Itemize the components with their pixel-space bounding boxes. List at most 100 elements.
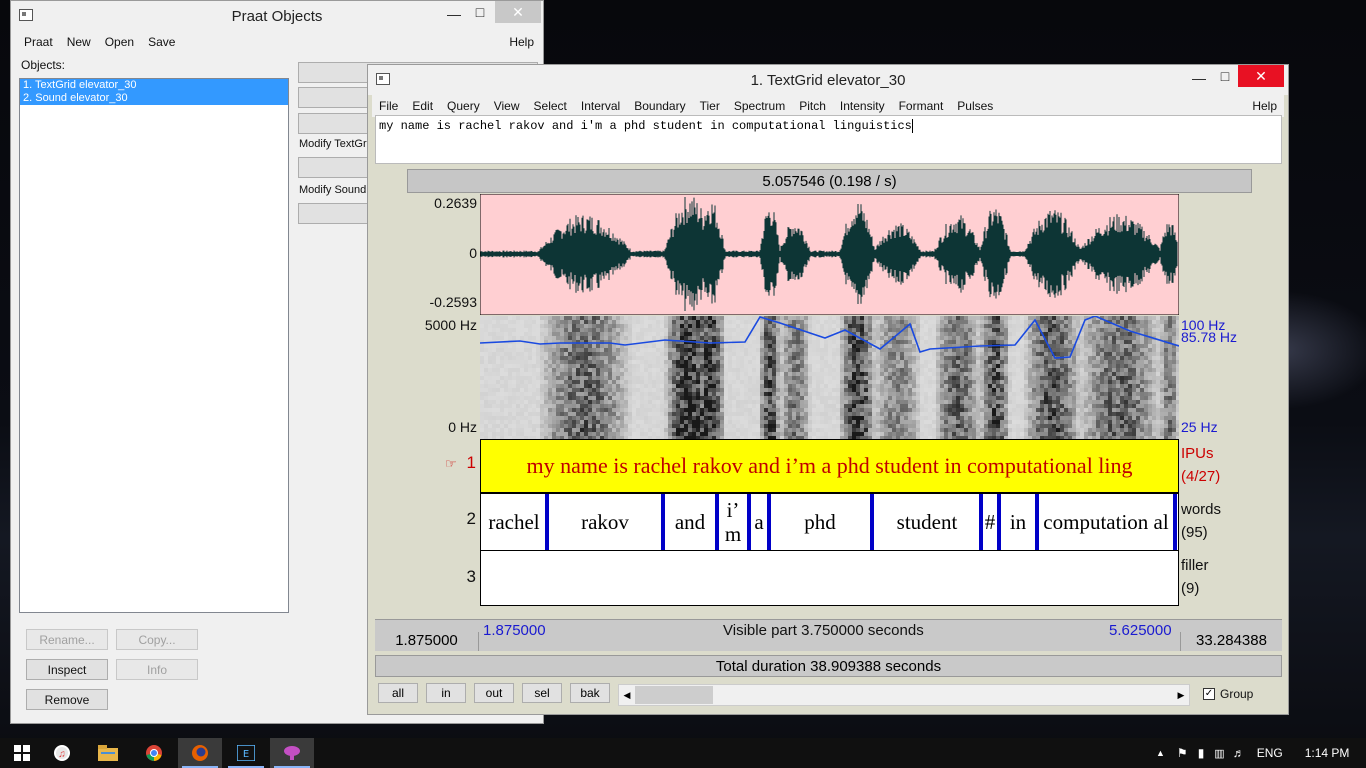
spectrogram-cell xyxy=(1032,400,1036,404)
spectrogram-cell xyxy=(904,376,908,380)
spectrogram-cell xyxy=(724,320,728,324)
menu-tier[interactable]: Tier xyxy=(693,99,727,113)
spectrogram-cell xyxy=(836,348,840,352)
menu-select[interactable]: Select xyxy=(527,99,574,113)
spectrogram-cell xyxy=(608,384,612,388)
spectrogram-cell xyxy=(1096,320,1100,324)
rename-button[interactable]: Rename... xyxy=(26,629,108,650)
spectrogram-cell xyxy=(1020,348,1024,352)
spectrogram-cell xyxy=(972,360,976,364)
menu-boundary[interactable]: Boundary xyxy=(627,99,692,113)
spectrogram-cell xyxy=(772,384,776,388)
spectrogram-cell xyxy=(596,424,600,428)
list-item[interactable]: 1. TextGrid elevator_30 xyxy=(20,79,288,92)
spectrogram-cell xyxy=(904,404,908,408)
spectrogram-cell xyxy=(1004,348,1008,352)
spectrogram-cell xyxy=(928,384,932,388)
spectrogram-cell xyxy=(784,316,788,320)
menu-pulses[interactable]: Pulses xyxy=(950,99,1000,113)
spectrogram-cell xyxy=(608,376,612,380)
spectrogram-cell xyxy=(536,336,540,340)
menu-pitch[interactable]: Pitch xyxy=(792,99,833,113)
info-button[interactable]: Info xyxy=(116,659,198,680)
close-icon[interactable]: ✕ xyxy=(495,1,541,23)
spectrogram-cell xyxy=(916,360,920,364)
spectrogram-cell xyxy=(672,344,676,348)
spectrogram-cell xyxy=(724,376,728,380)
menu-new[interactable]: New xyxy=(60,35,98,49)
menu-intensity[interactable]: Intensity xyxy=(833,99,892,113)
menu-view[interactable]: View xyxy=(487,99,527,113)
inspect-button[interactable]: Inspect xyxy=(26,659,108,680)
menu-help[interactable]: Help xyxy=(502,35,541,49)
waveform-display[interactable] xyxy=(480,194,1179,315)
copy-button[interactable]: Copy... xyxy=(116,629,198,650)
spectrogram-cell xyxy=(1064,324,1068,328)
editor-titlebar[interactable]: 1. TextGrid elevator_30 xyxy=(368,65,1288,95)
spectrogram-cell xyxy=(748,424,752,428)
spectrogram-cell xyxy=(548,416,552,420)
spectrogram-cell xyxy=(624,336,628,340)
spectrogram-cell xyxy=(680,324,684,328)
menu-save[interactable]: Save xyxy=(141,35,182,49)
spectrogram-cell xyxy=(576,400,580,404)
spectrogram-cell xyxy=(984,428,988,432)
spectrogram-cell xyxy=(928,408,932,412)
spectrogram-cell xyxy=(568,388,572,392)
spectrogram-cell xyxy=(660,408,664,412)
spectrogram-cell xyxy=(648,412,652,416)
spectrogram-cell xyxy=(792,340,796,344)
spectrogram-cell xyxy=(660,424,664,428)
spectrogram-cell xyxy=(944,384,948,388)
spectrogram-cell xyxy=(636,384,640,388)
menu-file[interactable]: File xyxy=(372,99,405,113)
spectrogram-cell xyxy=(568,432,572,436)
spectrogram-cell xyxy=(504,388,508,392)
spectrogram-cell xyxy=(496,328,500,332)
spectrogram-cell xyxy=(848,352,852,356)
spectrogram-cell xyxy=(1028,372,1032,376)
spectrogram-display[interactable] xyxy=(480,316,1179,439)
spectrogram-cell xyxy=(832,384,836,388)
spectrogram-cell xyxy=(1092,384,1096,388)
menu-open[interactable]: Open xyxy=(98,35,141,49)
interval-text-field[interactable]: my name is rachel rakov and i'm a phd st… xyxy=(375,115,1282,164)
spectrogram-cell xyxy=(864,416,868,420)
spectrogram-cell xyxy=(956,328,960,332)
menu-spectrum[interactable]: Spectrum xyxy=(727,99,792,113)
spectrogram-cell xyxy=(516,348,520,352)
menu-formant[interactable]: Formant xyxy=(892,99,951,113)
spectrogram-cell xyxy=(892,356,896,360)
spectrogram-cell xyxy=(624,356,628,360)
spectrogram-cell xyxy=(1060,368,1064,372)
spectrogram-cell xyxy=(1048,316,1052,320)
spectrogram-cell xyxy=(820,348,824,352)
spectrogram-cell xyxy=(684,412,688,416)
spectrogram-cell xyxy=(920,416,924,420)
cursor-readout-bar[interactable]: 5.057546 (0.198 / s) xyxy=(407,169,1252,193)
spectrogram-cell xyxy=(616,412,620,416)
menu-interval[interactable]: Interval xyxy=(574,99,627,113)
spectrogram-cell xyxy=(1012,380,1016,384)
spectrogram-cell xyxy=(800,340,804,344)
spectrogram-cell xyxy=(916,320,920,324)
remove-button[interactable]: Remove xyxy=(26,689,108,710)
close-icon[interactable]: ✕ xyxy=(1238,65,1284,87)
spectrogram-cell xyxy=(936,400,940,404)
spectrogram-cell xyxy=(708,428,712,432)
spectrogram-cell xyxy=(1060,432,1064,436)
spectrogram-cell xyxy=(632,388,636,392)
objects-list[interactable]: 1. TextGrid elevator_30 2. Sound elevato… xyxy=(19,78,289,613)
spectrogram-cell xyxy=(480,412,484,416)
spectrogram-cell xyxy=(796,420,800,424)
spectrogram-cell xyxy=(872,396,876,400)
spectrogram-cell xyxy=(516,384,520,388)
spectrogram-cell xyxy=(932,320,936,324)
spectrogram-cell xyxy=(692,408,696,412)
list-item[interactable]: 2. Sound elevator_30 xyxy=(20,92,288,105)
menu-edit[interactable]: Edit xyxy=(405,99,440,113)
spectrogram-cell xyxy=(984,324,988,328)
menu-query[interactable]: Query xyxy=(440,99,487,113)
menu-praat[interactable]: Praat xyxy=(17,35,60,49)
menu-help[interactable]: Help xyxy=(1245,99,1284,113)
